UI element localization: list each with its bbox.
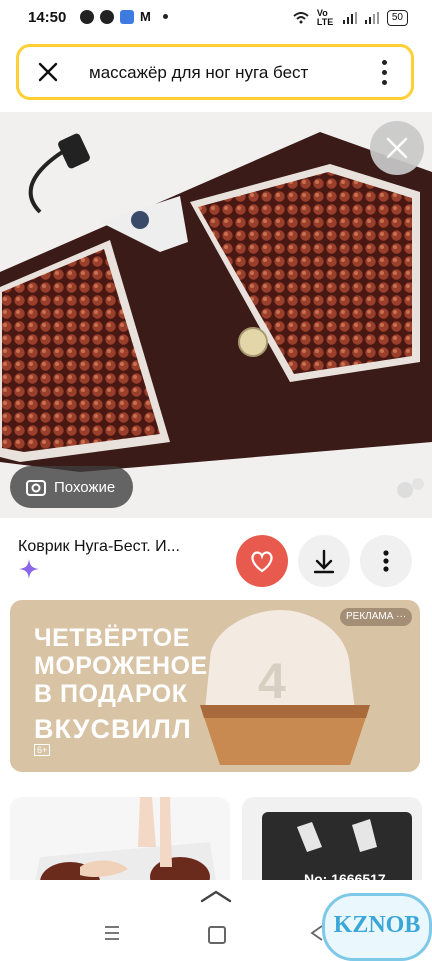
notification-icons: M [80, 9, 168, 24]
menu-icon[interactable] [104, 925, 120, 941]
ad-line-1: ЧЕТВЁРТОЕ [34, 624, 190, 652]
product-image[interactable] [0, 112, 432, 518]
ad-cup-number: 4 [258, 653, 286, 709]
more-button[interactable] [360, 535, 412, 587]
ad-line-2: МОРОЖЕНОЕ [34, 652, 208, 680]
download-icon [313, 549, 335, 574]
wifi-icon [293, 12, 309, 24]
close-icon[interactable] [37, 61, 59, 83]
home-icon[interactable] [208, 926, 226, 944]
search-bar[interactable]: массажёр для ног нуга бест [16, 44, 414, 100]
close-image-button[interactable] [370, 121, 424, 175]
like-button[interactable] [236, 535, 288, 587]
mail-icon: M [140, 9, 151, 24]
ad-label[interactable]: РЕКЛАМА ··· [340, 608, 413, 626]
advertisement-banner[interactable]: 4 ЧЕТВЁРТОЕ МОРОЖЕНОЕ В ПОДАРОК ВКУСВИЛЛ… [10, 600, 420, 772]
status-right: Vo LTE 50 [293, 9, 408, 27]
download-button[interactable] [298, 535, 350, 587]
network-label: Vo LTE [316, 8, 334, 27]
close-icon [386, 137, 408, 159]
status-time: 14:50 [28, 9, 67, 26]
more-dot-icon [162, 14, 168, 19]
camera-search-icon [26, 480, 46, 496]
ai-sparkle-icon[interactable] [18, 558, 40, 580]
app-icon [120, 9, 134, 24]
search-query[interactable]: массажёр для ног нуга бест [89, 63, 308, 83]
watermark-text: KZNOB [333, 912, 421, 938]
more-options-icon[interactable] [382, 60, 387, 85]
similar-label: Похожие [54, 478, 116, 496]
ad-brand: ВКУСВИЛЛ [34, 714, 192, 744]
watermark-logo: KZNOB [322, 893, 432, 961]
battery-indicator: 50 [386, 10, 408, 26]
status-bar: 14:50 M Vo LTE 50 [0, 0, 432, 36]
signal-icon-2 [364, 12, 379, 24]
notification-icon [80, 9, 94, 24]
product-title[interactable]: Коврик Нуга-Бест. И... [18, 538, 180, 556]
heart-icon [251, 551, 273, 573]
ad-age-rating: 6+ [34, 744, 51, 756]
messenger-icon [100, 9, 114, 24]
chevron-up-icon[interactable] [200, 889, 232, 903]
massage-mat-picture [0, 132, 432, 498]
ad-line-3: В ПОДАРОК [34, 680, 188, 708]
similar-button[interactable]: Похожие [10, 466, 134, 508]
signal-icon [342, 12, 357, 24]
more-icon [383, 550, 389, 572]
